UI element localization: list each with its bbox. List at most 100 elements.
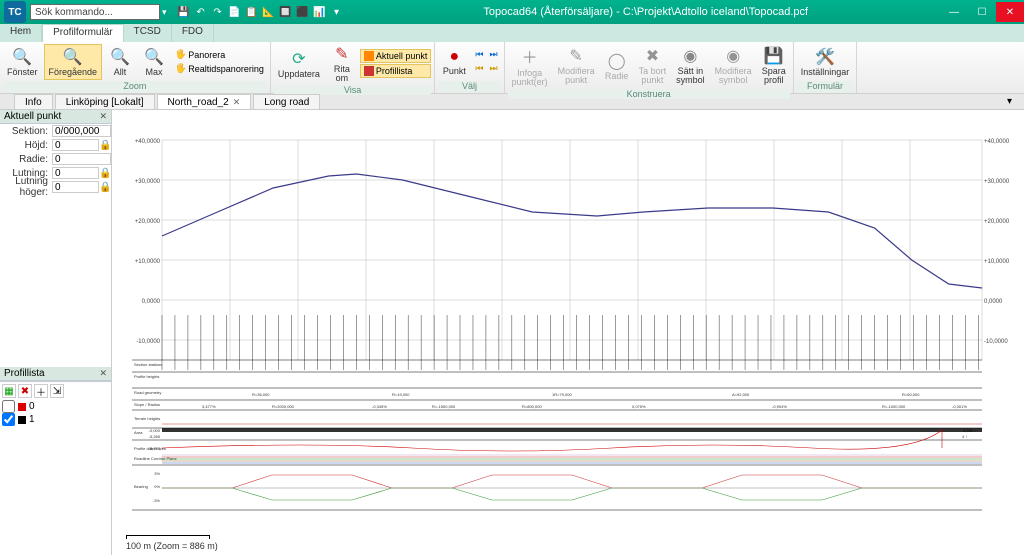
doc-tab-info[interactable]: Info	[14, 94, 53, 109]
zoom-window-button[interactable]: 🔍Fönster	[3, 45, 42, 79]
insert-symbol-button[interactable]: ◉Sätt in symbol	[672, 44, 709, 87]
pl-up-icon[interactable]: ＋	[34, 384, 48, 398]
panel-close-icon[interactable]: ✕	[99, 111, 107, 122]
svg-text:-0,904%: -0,904%	[772, 404, 787, 409]
profillista-toggle[interactable]: Profillista	[360, 64, 432, 78]
lutning-input[interactable]: 0	[52, 167, 99, 179]
pl-add-icon[interactable]: ▦	[2, 384, 16, 398]
realtime-pan-button[interactable]: 🖐️Realtidspanorering	[172, 62, 267, 75]
group-label: Zoom	[3, 81, 267, 93]
svg-text:-0,301%: -0,301%	[952, 404, 967, 409]
prev-icon[interactable]: ⏮	[472, 48, 486, 61]
pan-button[interactable]: 🖐️Panorera	[172, 48, 267, 61]
zoom-previous-button[interactable]: 🔍Föregående	[44, 44, 103, 80]
search-dropdown-icon[interactable]: ▾	[162, 7, 167, 18]
svg-text:+20,0000: +20,0000	[984, 219, 1010, 225]
svg-text:-10,0000: -10,0000	[136, 339, 160, 345]
insert-points-button[interactable]: ＋Infoga punkt(er)	[508, 42, 552, 89]
pl-down-icon[interactable]: ⇲	[50, 384, 64, 398]
svg-text:0,075%: 0,075%	[632, 404, 646, 409]
qat-icon[interactable]: 📄	[228, 5, 242, 19]
svg-text:Bearing: Bearing	[134, 484, 148, 489]
symbol-icon: ◉	[683, 46, 697, 66]
zoom-all-button[interactable]: 🔍Allt	[104, 45, 136, 79]
lock-icon[interactable]: 🔒	[99, 168, 111, 179]
zoom-max-button[interactable]: 🔍Max	[138, 45, 170, 79]
square-icon	[364, 51, 374, 61]
minimize-button[interactable]: —	[940, 2, 968, 22]
qat-redo-icon[interactable]: ↷	[211, 5, 225, 19]
svg-text:3,477%: 3,477%	[202, 404, 216, 409]
tab-tcsd[interactable]: TCSD	[124, 24, 172, 42]
panel-close-icon[interactable]: ✕	[99, 368, 107, 379]
modify-point-button[interactable]: ✎Modifiera punkt	[554, 44, 599, 87]
radie-input[interactable]: 0	[52, 153, 111, 165]
last-icon[interactable]: ⏭	[487, 62, 501, 75]
close-button[interactable]: ✕	[996, 2, 1024, 22]
qat-icon[interactable]: 📋	[245, 5, 259, 19]
svg-text:R=-1000,000: R=-1000,000	[882, 404, 906, 409]
color-swatch	[18, 416, 26, 424]
color-swatch	[18, 403, 26, 411]
delete-icon: ✖	[646, 46, 659, 66]
profillista-header: Profillista✕	[0, 367, 111, 381]
save-profile-button[interactable]: 💾Spara profil	[758, 44, 790, 87]
doc-tab-linkoping[interactable]: Linköping [Lokalt]	[55, 94, 155, 109]
svg-text:R=60,000: R=60,000	[902, 392, 920, 397]
hojd-input[interactable]: 0	[52, 139, 99, 151]
settings-button[interactable]: 🛠️Inställningar	[797, 45, 854, 79]
pl-check[interactable]	[2, 400, 15, 413]
first-icon[interactable]: ⏮	[472, 62, 486, 75]
square-icon	[364, 66, 374, 76]
refresh-button[interactable]: ⟳Uppdatera	[274, 47, 324, 81]
sektion-input[interactable]: 0/000,000	[52, 125, 111, 137]
qat-icon[interactable]: 📊	[313, 5, 327, 19]
svg-text:+40,0000: +40,0000	[135, 139, 161, 145]
qat-dropdown-icon[interactable]: ▾	[330, 5, 344, 19]
profillista-item[interactable]: 1	[0, 413, 111, 426]
lock-icon[interactable]: 🔒	[99, 140, 111, 151]
redraw-button[interactable]: ✎Rita om	[326, 42, 358, 85]
ribbon-group-konstruera: ＋Infoga punkt(er) ✎Modifiera punkt ◯Radi…	[505, 42, 794, 93]
radius-button[interactable]: ◯Radie	[601, 49, 633, 83]
lock-icon[interactable]: 🔒	[99, 182, 111, 193]
svg-text:-6,773: -6,773	[149, 446, 161, 451]
magnifier-icon: 🔍	[12, 47, 32, 67]
lutning-hoger-input[interactable]: 0	[52, 181, 99, 193]
window-title: Topocad64 (Återförsäljare) - C:\Projekt\…	[352, 6, 940, 18]
aktuell-punkt-header: Aktuell punkt✕	[0, 110, 111, 124]
qat-icon[interactable]: ⬛	[296, 5, 310, 19]
qat-icon[interactable]: 📐	[262, 5, 276, 19]
ribbon-group-formular: 🛠️Inställningar Formulär	[794, 42, 858, 93]
svg-text:1R=79,000: 1R=79,000	[552, 392, 572, 397]
profillista-item[interactable]: 0	[0, 400, 111, 413]
svg-text:R=19,000: R=19,000	[392, 392, 410, 397]
command-search[interactable]: Sök kommando...	[30, 4, 160, 20]
pl-delete-icon[interactable]: ✖	[18, 384, 32, 398]
group-label: Formulär	[797, 81, 854, 93]
tab-fdo[interactable]: FDO	[172, 24, 214, 42]
svg-text:-0,345%: -0,345%	[372, 404, 387, 409]
quick-access-toolbar: 💾 ↶ ↷ 📄 📋 📐 🔲 ⬛ 📊 ▾	[177, 5, 344, 19]
tab-hem[interactable]: Hem	[0, 24, 42, 42]
tab-profilformular[interactable]: Profilformulär	[42, 24, 123, 42]
profile-chart: +40,0000 +30,0000 +20,0000 +10,0000 0,00…	[112, 110, 1024, 555]
maximize-button[interactable]: ☐	[968, 2, 996, 22]
doc-tab-long-road[interactable]: Long road	[253, 94, 320, 109]
doc-tab-north-road[interactable]: North_road_2✕	[157, 94, 252, 109]
select-point-button[interactable]: ●Punkt	[438, 46, 470, 78]
ribbon-group-valj: ●Punkt ⏮⏭ ⏮⏭ Välj	[435, 42, 504, 93]
qat-save-icon[interactable]: 💾	[177, 5, 191, 19]
svg-text:Terrain heights: Terrain heights	[134, 416, 160, 421]
qat-icon[interactable]: 🔲	[279, 5, 293, 19]
delete-point-button[interactable]: ✖Ta bort punkt	[635, 44, 671, 87]
aktuell-punkt-toggle[interactable]: Aktuell punkt	[360, 49, 432, 63]
svg-text:+30,0000: +30,0000	[984, 179, 1010, 185]
next-icon[interactable]: ⏭	[487, 48, 501, 61]
qat-undo-icon[interactable]: ↶	[194, 5, 208, 19]
pl-check[interactable]	[2, 413, 15, 426]
close-icon[interactable]: ✕	[233, 97, 241, 108]
modify-symbol-button[interactable]: ◉Modifiera symbol	[711, 44, 756, 87]
profile-canvas[interactable]: +40,0000 +30,0000 +20,0000 +10,0000 0,00…	[112, 110, 1024, 555]
doc-tabs-menu[interactable]: ▾	[997, 94, 1022, 109]
